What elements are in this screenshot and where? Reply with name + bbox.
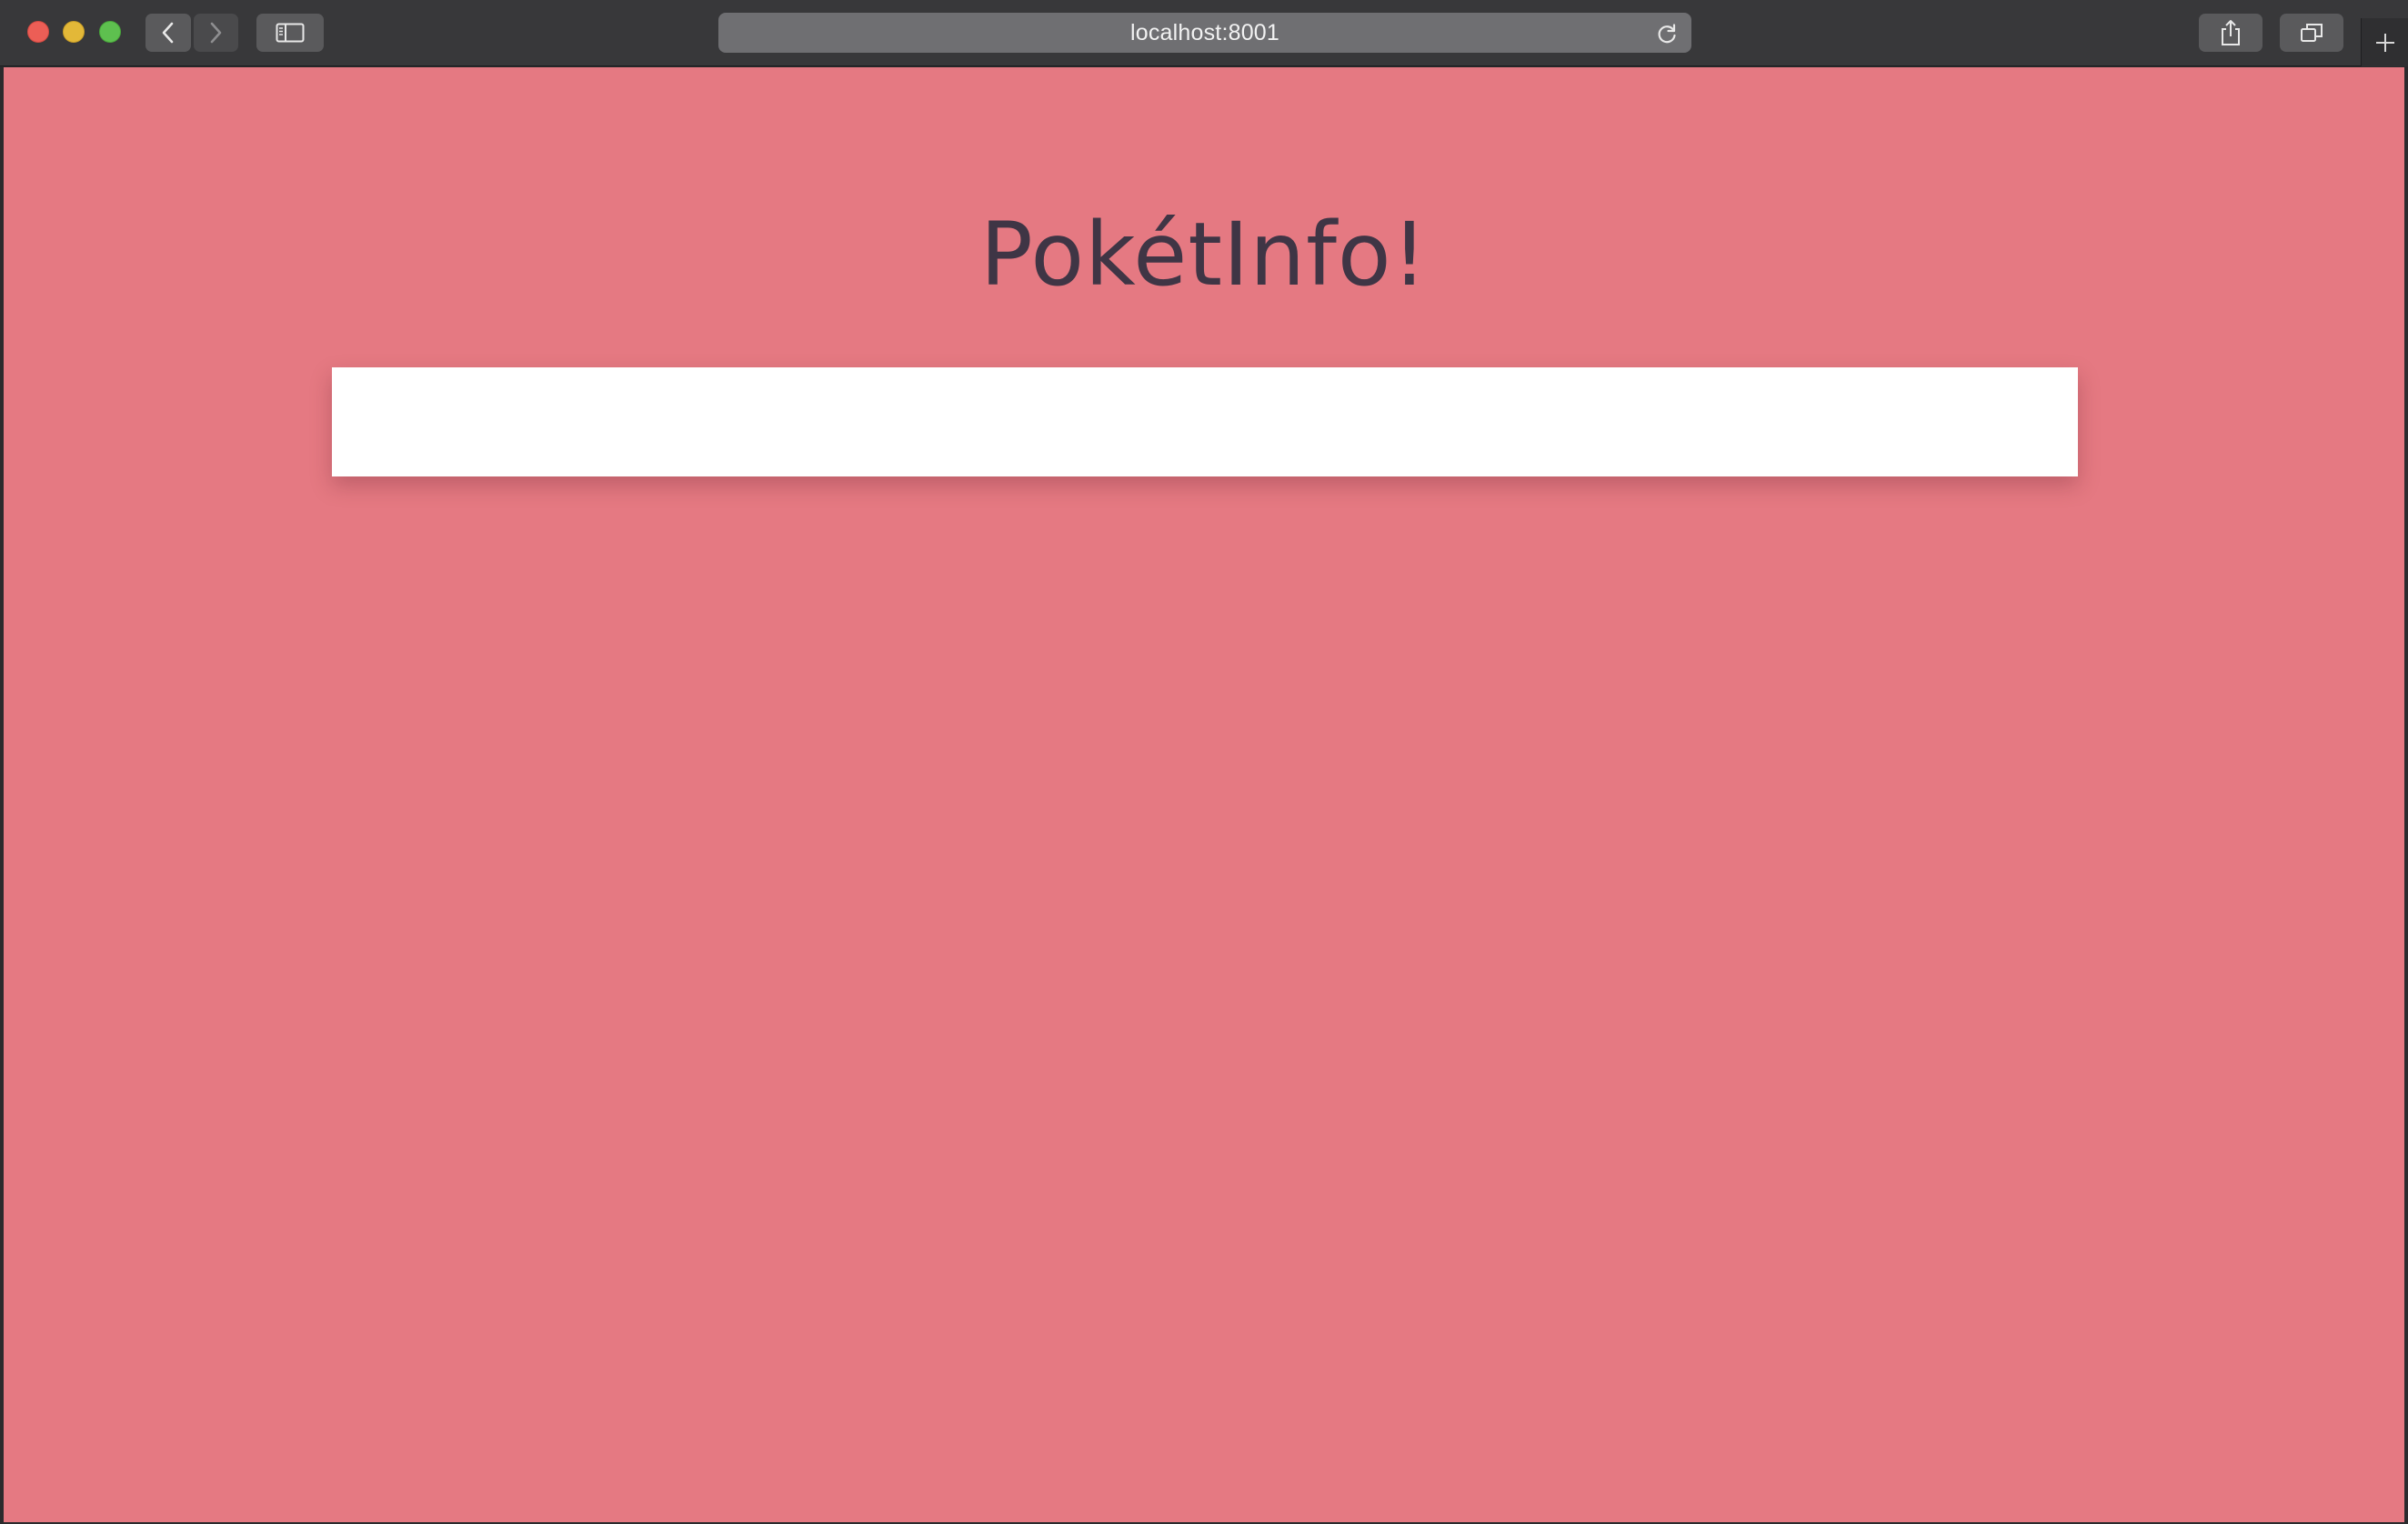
address-bar[interactable]: localhost:8001 bbox=[718, 13, 1691, 53]
plus-icon bbox=[2375, 33, 2394, 52]
sidebar-toggle-button[interactable] bbox=[256, 14, 324, 52]
search-input[interactable] bbox=[332, 367, 2078, 476]
sidebar-icon bbox=[276, 23, 305, 43]
browser-window: localhost:8001 PokétInfo! bbox=[0, 0, 2408, 1524]
tab-overview-button[interactable] bbox=[2280, 14, 2343, 52]
maximize-icon[interactable] bbox=[99, 21, 121, 43]
back-button[interactable] bbox=[145, 14, 191, 52]
share-button[interactable] bbox=[2199, 14, 2263, 52]
page-title: PokétInfo! bbox=[979, 204, 1429, 306]
tabs-overview-icon bbox=[2301, 24, 2323, 42]
reload-icon[interactable] bbox=[1655, 22, 1679, 45]
forward-button[interactable] bbox=[193, 14, 238, 52]
chevron-left-icon bbox=[162, 22, 174, 44]
url-text: localhost:8001 bbox=[1129, 19, 1280, 45]
minimize-icon[interactable] bbox=[63, 21, 85, 43]
close-icon[interactable] bbox=[27, 21, 49, 43]
browser-toolbar: localhost:8001 bbox=[0, 0, 2408, 66]
chevron-right-icon bbox=[210, 22, 222, 44]
share-icon bbox=[2222, 20, 2240, 45]
page-viewport: PokétInfo! bbox=[4, 67, 2404, 1522]
new-tab-button[interactable] bbox=[2361, 18, 2408, 66]
navigation-buttons bbox=[145, 14, 238, 52]
